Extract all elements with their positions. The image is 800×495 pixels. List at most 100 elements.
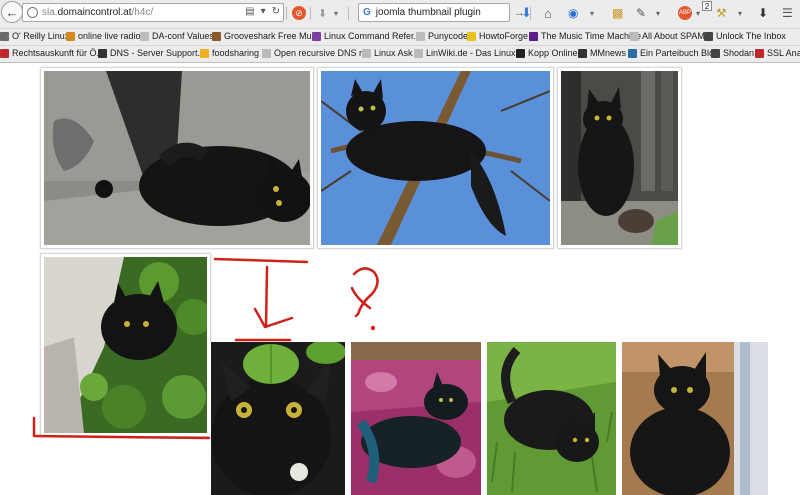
arrow-head: [253, 307, 294, 329]
bookmark-item[interactable]: O' Reilly Linux: [0, 31, 69, 41]
bookmark-label: Open recursive DNS r...: [274, 48, 370, 58]
bulb-icon: [467, 31, 476, 41]
bookmark-item[interactable]: HowtoForge: [467, 31, 528, 41]
bookmarks-icon[interactable]: ▩: [612, 5, 623, 21]
bookmark-label: DNS - Server Support...: [110, 48, 206, 58]
bookmark-label: foodsharing: [212, 48, 260, 58]
gallery-thumbnail[interactable]: [348, 342, 484, 495]
bookmark-item[interactable]: The Music Time Machine: [529, 31, 641, 41]
cat-photo-image: [561, 71, 678, 245]
back-button[interactable]: ←: [1, 1, 23, 23]
gallery-thumbnail[interactable]: [317, 67, 554, 249]
cat-photo-image: [622, 342, 768, 495]
gallery-thumbnail[interactable]: [208, 342, 348, 495]
search-bar[interactable]: G joomla thumbnail plugin: [358, 3, 510, 22]
shield-icon[interactable]: ◉: [568, 5, 578, 21]
reload-icon[interactable]: ↻: [272, 6, 280, 17]
photo-cat-on-branch: [321, 71, 550, 245]
photo-cat-on-blanket: [351, 342, 481, 495]
reader-view-icon[interactable]: ▤: [245, 6, 254, 17]
bookmark-label: Kopp Online: [528, 48, 578, 58]
cat-photo-image: [351, 342, 481, 495]
bookmark-item[interactable]: foodsharing: [200, 48, 259, 58]
bookmark-item[interactable]: Linux Command Refer...: [312, 31, 421, 41]
bookmark-label: Linux Ask: [374, 48, 413, 58]
adblock-icon[interactable]: ABP: [678, 6, 692, 20]
wordpress-icon: [628, 48, 637, 58]
bookmark-item[interactable]: MMnews: [578, 48, 626, 58]
photo-cat-face-closeup: [211, 342, 345, 495]
bookmark-label: Linux Command Refer...: [324, 31, 422, 41]
person-icon: [704, 31, 713, 41]
dropdown-arrow-icon[interactable]: ▾: [590, 5, 594, 21]
url-bar-actions: ▤ ▾ ↻: [245, 6, 280, 17]
gallery-thumbnail[interactable]: [484, 342, 619, 495]
bookmark-item[interactable]: LinWiki.de - Das Linux...: [414, 48, 523, 58]
save-page-icon[interactable]: ⬇: [758, 5, 768, 21]
bookmark-label: Unlock The Inbox: [716, 31, 786, 41]
page-icon: [362, 48, 371, 58]
menu-icon[interactable]: ☰: [782, 5, 793, 21]
bookmark-item[interactable]: All About SPAM: [630, 31, 705, 41]
bookmark-label: O' Reilly Linux: [12, 31, 70, 41]
bookmark-item[interactable]: DNS - Server Support...: [98, 48, 205, 58]
cat-photo-image: [44, 257, 207, 433]
bookmark-item[interactable]: online live radio: [66, 31, 141, 41]
bookmark-item[interactable]: Unlock The Inbox: [704, 31, 786, 41]
bookmark-item[interactable]: Linux Ask: [362, 48, 413, 58]
pen-icon[interactable]: ✎: [636, 5, 646, 21]
bookmark-item[interactable]: Ein Parteibuch Blog: [628, 48, 719, 58]
bookmark-label: HowtoForge: [479, 31, 529, 41]
yahoo-icon: [529, 31, 538, 41]
question-mark-curve: [352, 267, 379, 318]
dropdown-arrow-icon[interactable]: ▾: [696, 5, 700, 21]
gallery-thumbnail[interactable]: [557, 67, 682, 249]
bookmark-item[interactable]: Punycode: [416, 31, 468, 41]
bookmark-item[interactable]: DA-conf Values: [140, 31, 214, 41]
sun-icon: [200, 48, 209, 58]
dropdown-arrow-icon[interactable]: ▾: [738, 5, 742, 21]
bookmark-item[interactable]: Kopp Online: [516, 48, 578, 58]
bookmark-label: Grooveshark Free Mu...: [224, 31, 320, 41]
gallery-thumbnail[interactable]: [40, 253, 211, 437]
bookmark-label: Rechtsauskunft für Ö...: [12, 48, 105, 58]
gallery-thumbnail[interactable]: [619, 342, 771, 495]
bookmark-label: online live radio: [78, 31, 141, 41]
page-icon: [414, 48, 423, 58]
url-bar[interactable]: sla.domaincontrol.at/h4c/ ▤ ▾ ↻: [22, 3, 284, 22]
search-input[interactable]: joomla thumbnail plugin: [376, 7, 481, 18]
separator: [348, 7, 349, 20]
url-path: /h4c/: [131, 7, 154, 18]
photo-cat-in-leaves: [44, 257, 207, 433]
bookmark-item[interactable]: Grooveshark Free Mu...: [212, 31, 319, 41]
url-domain: domaincontrol.at: [57, 7, 132, 18]
bookmark-icon: [66, 31, 75, 41]
home-icon[interactable]: ⌂: [544, 5, 552, 21]
page-content: [0, 64, 800, 495]
page-icon: [416, 31, 425, 41]
bookmark-item[interactable]: SSL Ana: [755, 48, 800, 58]
bookmark-label: Ein Parteibuch Blog: [640, 48, 720, 58]
bookmark-item[interactable]: Rechtsauskunft für Ö...: [0, 48, 104, 58]
bookmark-item[interactable]: Open recursive DNS r...: [262, 48, 369, 58]
block-icon[interactable]: ⊘: [292, 6, 306, 20]
page-icon: [262, 48, 271, 58]
url-prefix: sla.: [42, 7, 58, 18]
flag-icon: [0, 48, 9, 58]
url-text: sla.domaincontrol.at/h4c/: [42, 7, 153, 18]
gallery-thumbnail[interactable]: [40, 67, 314, 249]
notification-badge[interactable]: 2: [702, 1, 712, 11]
download-icon[interactable]: ⬇: [521, 5, 532, 21]
dropdown-arrow-icon[interactable]: ▾: [261, 6, 266, 17]
download-arrow-icon[interactable]: ⬇: [318, 5, 327, 21]
dropdown-arrow-icon[interactable]: ▾: [656, 5, 660, 21]
bookmark-label: All About SPAM: [642, 31, 705, 41]
tool-icon[interactable]: ⚒: [716, 5, 727, 21]
bookmark-label: Punycode: [428, 31, 469, 41]
bookmark-item[interactable]: Shodan: [711, 48, 754, 58]
navigation-bar: ← sla.domaincontrol.at/h4c/ ▤ ▾ ↻ ⊘ ⬇ ▾ …: [0, 0, 800, 27]
cat-photo-image: [44, 71, 310, 245]
question-mark-dot: [370, 325, 376, 331]
dropdown-arrow-icon[interactable]: ▾: [334, 5, 338, 21]
bookmarks-toolbar-row-2: Rechtsauskunft für Ö... DNS - Server Supp…: [0, 45, 800, 60]
